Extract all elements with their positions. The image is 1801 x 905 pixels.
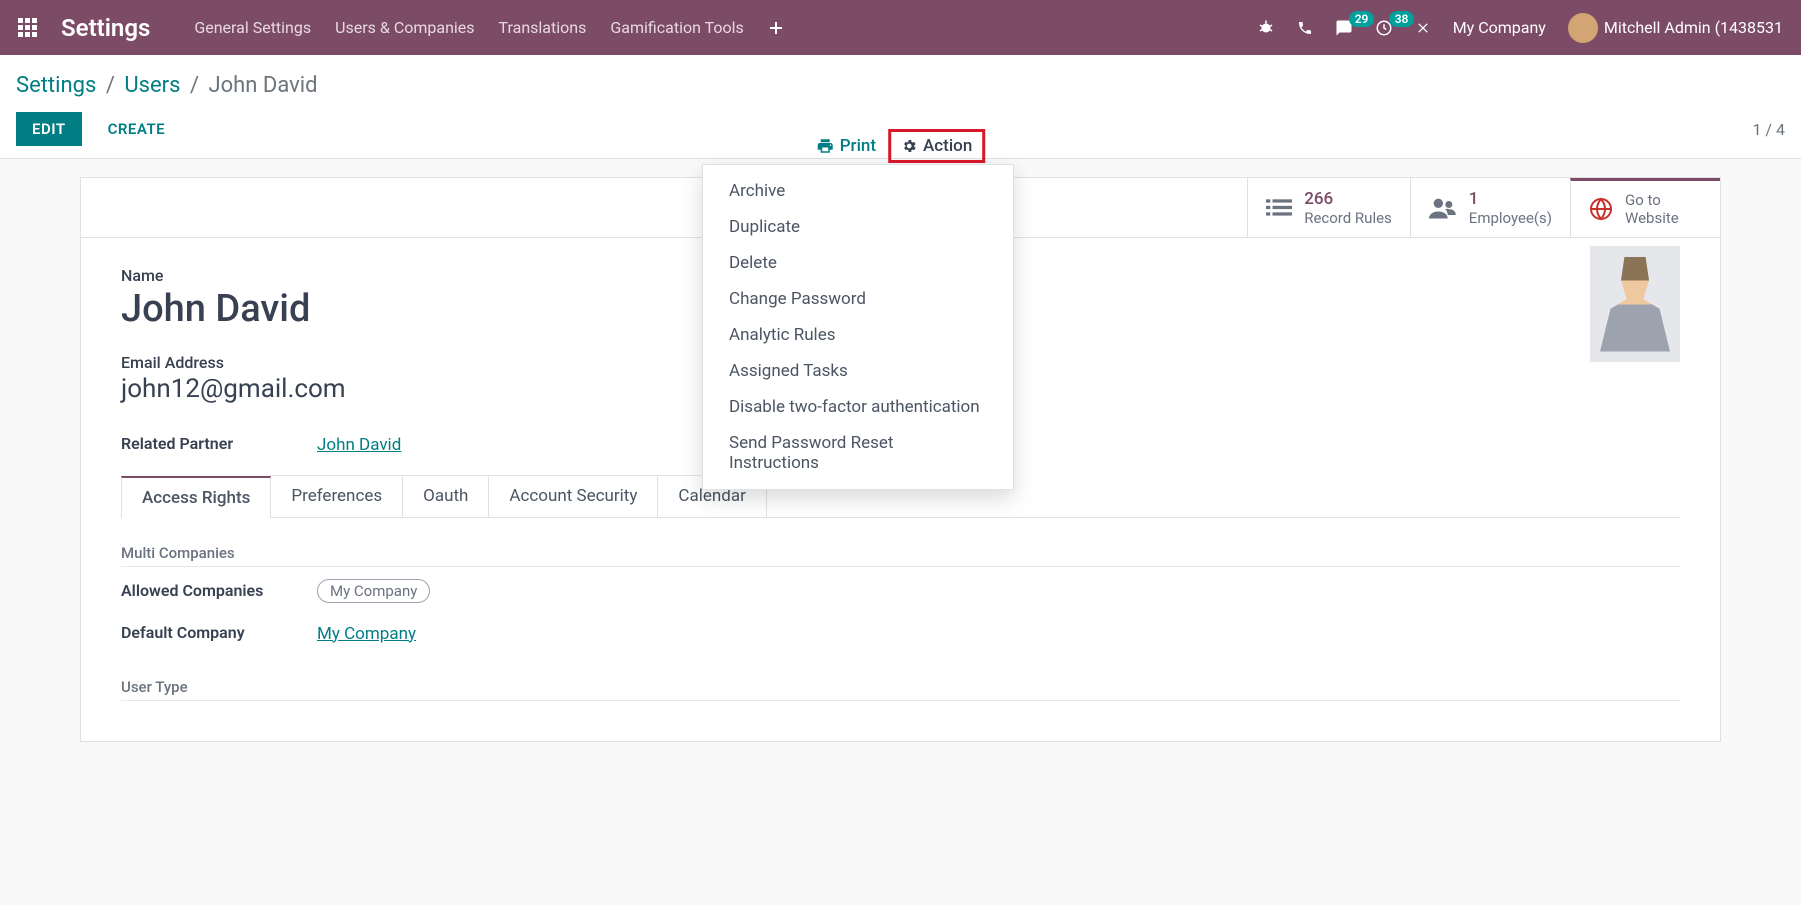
- stat-rules-count: 266: [1304, 189, 1392, 209]
- tab-access-rights[interactable]: Access Rights: [121, 476, 271, 518]
- section-multi-companies: Multi Companies: [121, 544, 1680, 567]
- gear-icon: [901, 138, 917, 154]
- create-button[interactable]: CREATE: [92, 112, 182, 146]
- messages-icon[interactable]: 29: [1335, 19, 1353, 37]
- action-label: Action: [923, 136, 972, 156]
- action-duplicate[interactable]: Duplicate: [703, 209, 1013, 245]
- top-navbar: Settings General Settings Users & Compan…: [0, 0, 1801, 55]
- control-panel: Settings / Users / John David EDIT CREAT…: [0, 55, 1801, 159]
- bug-icon[interactable]: [1257, 19, 1275, 37]
- stat-goto-website[interactable]: Go to Website: [1570, 178, 1720, 237]
- globe-icon: [1589, 197, 1613, 221]
- stat-emp-label: Employee(s): [1469, 209, 1552, 227]
- company-switcher[interactable]: My Company: [1453, 18, 1546, 37]
- profile-photo[interactable]: [1590, 246, 1680, 362]
- avatar-icon: [1568, 13, 1598, 43]
- app-title[interactable]: Settings: [61, 14, 150, 42]
- default-company-label: Default Company: [121, 623, 317, 642]
- phone-icon[interactable]: [1297, 20, 1313, 36]
- stat-goto-b: Website: [1625, 209, 1679, 227]
- action-dropdown: Archive Duplicate Delete Change Password…: [702, 164, 1014, 490]
- user-name: Mitchell Admin (1438531: [1604, 18, 1783, 37]
- action-change-password[interactable]: Change Password: [703, 281, 1013, 317]
- user-menu[interactable]: Mitchell Admin (1438531: [1568, 13, 1783, 43]
- nav-gamification-tools[interactable]: Gamification Tools: [610, 18, 743, 37]
- nav-translations[interactable]: Translations: [499, 18, 587, 37]
- partner-label: Related Partner: [121, 434, 317, 453]
- breadcrumb: Settings / Users / John David: [16, 73, 1785, 98]
- action-assigned-tasks[interactable]: Assigned Tasks: [703, 353, 1013, 389]
- section-user-type: User Type: [121, 678, 1680, 701]
- activity-badge: 38: [1389, 11, 1415, 27]
- stat-emp-count: 1: [1469, 189, 1552, 209]
- stat-rules-label: Record Rules: [1304, 209, 1392, 227]
- edit-button[interactable]: EDIT: [16, 112, 82, 146]
- activity-icon[interactable]: 38: [1375, 19, 1393, 37]
- nav-users-companies[interactable]: Users & Companies: [335, 18, 474, 37]
- action-button[interactable]: Action: [888, 129, 985, 163]
- stat-record-rules[interactable]: 266 Record Rules: [1247, 178, 1410, 237]
- list-icon: [1266, 198, 1292, 218]
- action-send-password-reset[interactable]: Send Password Reset Instructions: [703, 425, 1013, 481]
- action-disable-2fa[interactable]: Disable two-factor authentication: [703, 389, 1013, 425]
- action-analytic-rules[interactable]: Analytic Rules: [703, 317, 1013, 353]
- breadcrumb-users[interactable]: Users: [124, 73, 180, 98]
- partner-link[interactable]: John David: [317, 435, 401, 455]
- plus-icon[interactable]: [768, 20, 784, 36]
- employees-icon: [1429, 197, 1457, 219]
- print-icon: [816, 137, 834, 155]
- breadcrumb-sep: /: [106, 73, 115, 98]
- print-label: Print: [840, 136, 876, 156]
- default-company-link[interactable]: My Company: [317, 624, 416, 644]
- allowed-companies-label: Allowed Companies: [121, 581, 317, 600]
- tab-account-security[interactable]: Account Security: [488, 475, 658, 517]
- breadcrumb-current: John David: [208, 73, 317, 98]
- messages-badge: 29: [1349, 11, 1375, 27]
- print-button[interactable]: Print: [816, 136, 876, 156]
- tools-icon[interactable]: [1415, 20, 1431, 36]
- apps-icon[interactable]: [18, 18, 37, 37]
- tab-oauth[interactable]: Oauth: [402, 475, 489, 517]
- person-icon: [1600, 257, 1670, 352]
- stat-employees[interactable]: 1 Employee(s): [1410, 178, 1570, 237]
- nav-general-settings[interactable]: General Settings: [194, 18, 311, 37]
- stat-goto-a: Go to: [1625, 191, 1679, 209]
- allowed-company-tag[interactable]: My Company: [317, 579, 430, 603]
- pager[interactable]: 1 / 4: [1752, 120, 1785, 139]
- breadcrumb-sep: /: [190, 73, 199, 98]
- action-archive[interactable]: Archive: [703, 173, 1013, 209]
- action-delete[interactable]: Delete: [703, 245, 1013, 281]
- breadcrumb-settings[interactable]: Settings: [16, 73, 96, 98]
- tab-preferences[interactable]: Preferences: [270, 475, 403, 517]
